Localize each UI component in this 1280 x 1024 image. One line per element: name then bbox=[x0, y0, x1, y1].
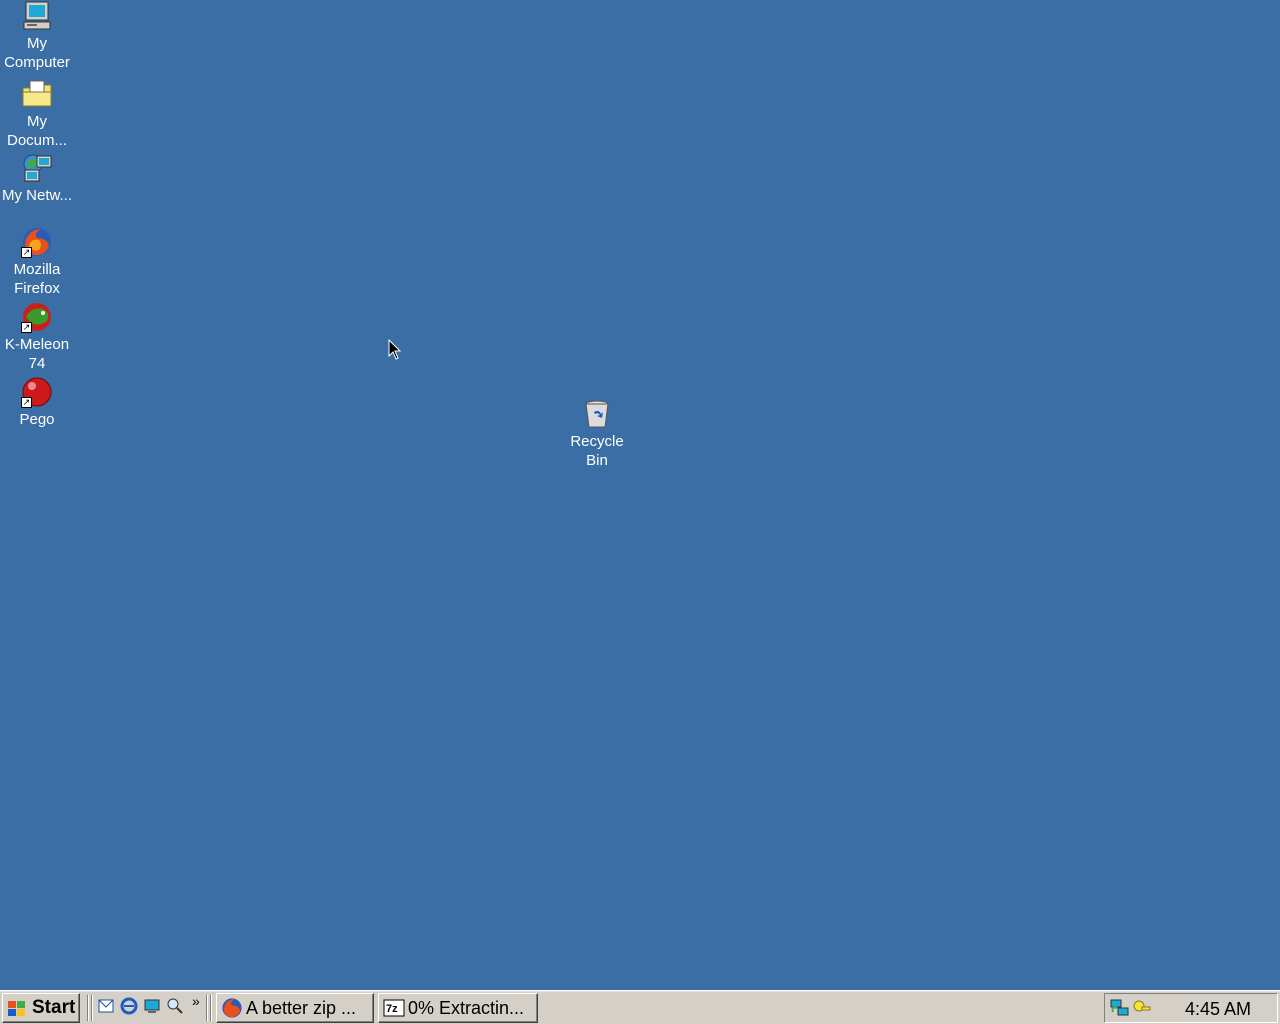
desktop-icon-my-computer[interactable]: My Computer bbox=[0, 0, 74, 72]
show-desktop-icon[interactable] bbox=[143, 997, 161, 1015]
my-documents-icon bbox=[21, 78, 53, 110]
desktop[interactable]: My Computer My Docum... My Netw... ↗ Moz… bbox=[0, 0, 1280, 990]
taskbar-separator bbox=[206, 995, 208, 1021]
desktop-icon-k-meleon[interactable]: ↗ K-Meleon 74 bbox=[0, 301, 74, 373]
task-button-label: A better zip ... bbox=[246, 997, 357, 1018]
my-computer-icon bbox=[21, 0, 53, 32]
desktop-icon-label: My Docum... bbox=[6, 113, 67, 149]
taskbar-separator bbox=[91, 995, 93, 1021]
pego-icon: ↗ bbox=[21, 376, 53, 408]
desktop-icon-my-documents[interactable]: My Docum... bbox=[0, 78, 74, 150]
internet-explorer-icon[interactable] bbox=[120, 997, 138, 1015]
taskbar-separator bbox=[210, 995, 212, 1021]
task-button-firefox[interactable]: A better zip ... bbox=[216, 993, 374, 1023]
mouse-cursor-icon bbox=[388, 339, 402, 360]
desktop-icon-pego[interactable]: ↗ Pego bbox=[0, 376, 74, 429]
clock[interactable]: 4:45 AM bbox=[1185, 999, 1251, 1020]
desktop-icon-label: Pego bbox=[19, 411, 55, 428]
taskbar: Start » A better zip ... 7z 0% Extractin… bbox=[0, 990, 1280, 1024]
system-tray: 4:45 AM bbox=[1104, 993, 1278, 1023]
firefox-icon: ↗ bbox=[21, 226, 53, 258]
windows-logo-icon bbox=[8, 1001, 25, 1016]
quick-launch-chevron[interactable]: » bbox=[192, 993, 200, 1009]
desktop-icon-label: Recycle Bin bbox=[570, 433, 624, 469]
task-button-7zip-extracting[interactable]: 7z 0% Extractin... bbox=[378, 993, 538, 1023]
shortcut-arrow-icon: ↗ bbox=[21, 247, 32, 258]
desktop-icon-label: My Computer bbox=[4, 35, 70, 71]
security-key-icon[interactable] bbox=[1132, 998, 1152, 1018]
task-button-label: 0% Extractin... bbox=[408, 997, 525, 1018]
desktop-icon-label: My Netw... bbox=[1, 187, 72, 204]
desktop-icon-mozilla-firefox[interactable]: ↗ Mozilla Firefox bbox=[0, 226, 74, 298]
shortcut-arrow-icon: ↗ bbox=[21, 397, 32, 408]
desktop-icon-my-network[interactable]: My Netw... bbox=[0, 152, 74, 205]
svg-text:7z: 7z bbox=[386, 1003, 398, 1015]
outlook-express-icon[interactable] bbox=[97, 997, 115, 1015]
network-connection-icon[interactable] bbox=[1109, 998, 1131, 1018]
my-network-places-icon bbox=[21, 152, 53, 184]
desktop-icon-label: Mozilla Firefox bbox=[13, 261, 61, 297]
desktop-icon-recycle-bin[interactable]: Recycle Bin bbox=[560, 398, 634, 470]
desktop-icon-label: K-Meleon 74 bbox=[4, 336, 70, 372]
search-icon[interactable] bbox=[166, 997, 184, 1015]
k-meleon-icon: ↗ bbox=[21, 301, 53, 333]
recycle-bin-icon bbox=[581, 398, 613, 430]
7zip-icon: 7z bbox=[383, 999, 405, 1017]
start-button[interactable]: Start bbox=[2, 993, 80, 1023]
shortcut-arrow-icon: ↗ bbox=[21, 322, 32, 333]
taskbar-separator bbox=[87, 995, 89, 1021]
firefox-icon bbox=[222, 998, 242, 1018]
start-label: Start bbox=[32, 997, 76, 1018]
